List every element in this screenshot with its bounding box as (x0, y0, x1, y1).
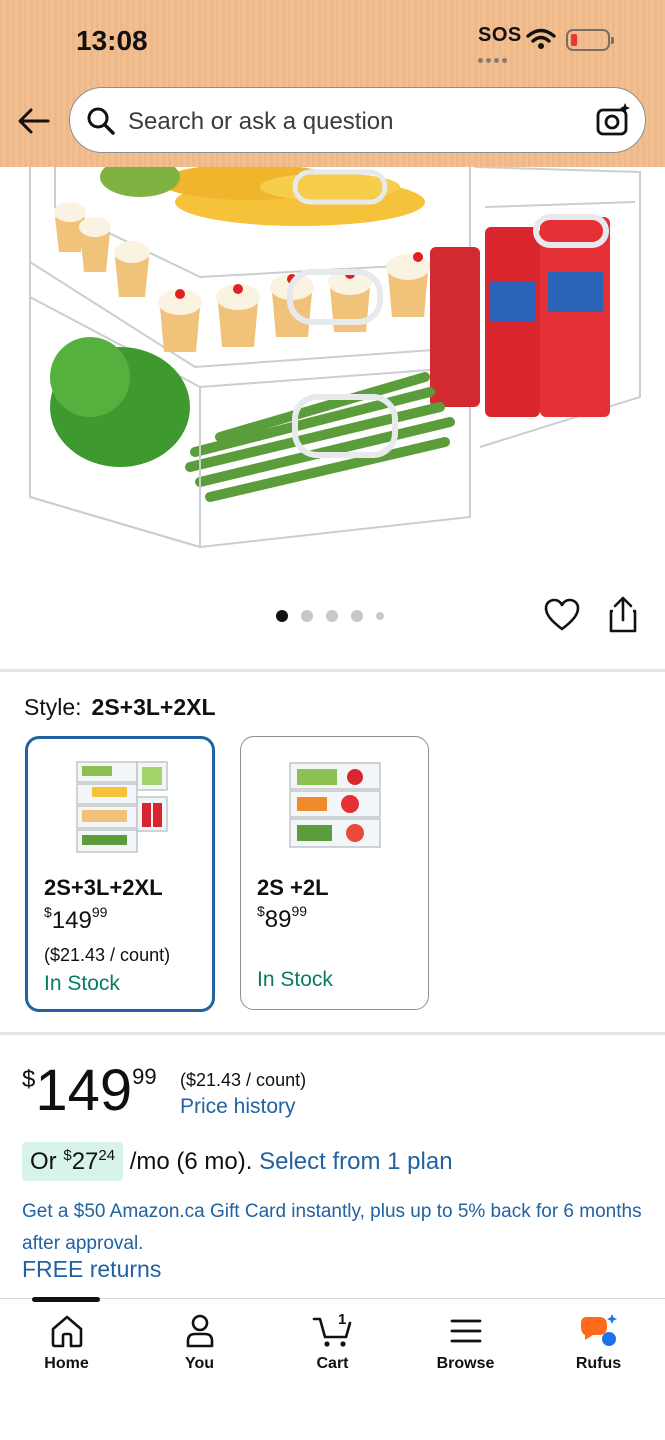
style-option-2s-2l[interactable]: 2S +2L $8999 In Stock (240, 736, 429, 1010)
pagination-dot[interactable] (326, 609, 338, 622)
search-placeholder: Search or ask a question (128, 108, 394, 135)
nav-home[interactable]: Home (0, 1313, 133, 1373)
heart-icon[interactable] (544, 598, 580, 637)
cart-count-badge: 1 (338, 1311, 347, 1328)
installment-amount: Or $2724 (22, 1142, 124, 1181)
nav-you-label: You (184, 1355, 215, 1372)
status-time: 13:08 (76, 25, 148, 56)
battery-icon (566, 29, 614, 51)
header-bar: 13:08 SOS Search or ask a question (0, 0, 665, 167)
pagination-dot[interactable] (351, 609, 363, 622)
pagination-dot[interactable] (276, 609, 288, 622)
share-icon[interactable] (606, 596, 640, 639)
nav-cart-label: Cart (316, 1355, 349, 1372)
home-icon (51, 1315, 82, 1348)
option-price: $14999 (44, 904, 108, 934)
menu-icon (450, 1319, 481, 1343)
wifi-icon (526, 28, 556, 55)
installment-offer: Or $2724 /mo (6 mo). Select from 1 plan (22, 1140, 453, 1184)
style-selector-header: Style: 2S+3L+2XL (24, 694, 216, 721)
gift-card-promo-link[interactable]: Get a $50 Amazon.ca Gift Card instantly,… (22, 1196, 642, 1260)
main-unit-price: ($21.43 / count) (180, 1070, 307, 1090)
style-option-2s-3l-2xl[interactable]: 2S+3L+2XL $14999 ($21.43 / count) In Sto… (25, 736, 215, 1012)
nav-rufus-label: Rufus (575, 1355, 622, 1372)
option-name: 2S +2L (257, 875, 329, 900)
main-price: $14999 (22, 1058, 157, 1123)
person-icon (186, 1314, 213, 1348)
option-thumbnail (72, 757, 172, 862)
back-arrow-icon[interactable] (16, 103, 52, 139)
signal-dots-icon (478, 50, 518, 63)
status-sos: SOS (478, 24, 522, 46)
nav-browse[interactable]: Browse (399, 1313, 532, 1373)
active-tab-indicator (32, 1297, 100, 1302)
cart-icon (312, 1317, 351, 1347)
nav-you[interactable]: You (133, 1313, 266, 1373)
style-label: Style: (24, 694, 82, 720)
status-bar: 13:08 SOS (0, 22, 665, 63)
option-unit-price: ($21.43 / count) (44, 945, 171, 965)
pagination-dot[interactable] (376, 611, 384, 620)
option-name: 2S+3L+2XL (44, 875, 163, 900)
option-thumbnail (285, 755, 385, 860)
option-stock-status: In Stock (44, 972, 120, 995)
pagination-dot[interactable] (301, 609, 313, 622)
nav-home-label: Home (44, 1355, 89, 1372)
nav-cart[interactable]: 1 Cart (266, 1311, 399, 1373)
rufus-icon (580, 1314, 617, 1346)
search-input[interactable]: Search or ask a question (69, 87, 646, 153)
select-plan-link[interactable]: Select from 1 plan (259, 1148, 452, 1175)
product-image[interactable] (0, 167, 665, 567)
free-returns-link[interactable]: FREE returns (22, 1256, 161, 1283)
camera-icon[interactable] (595, 102, 631, 143)
bottom-navigation: Home You 1 Cart Browse Rufus (0, 1297, 665, 1440)
style-selected-value: 2S+3L+2XL (91, 694, 216, 720)
option-stock-status: In Stock (257, 968, 333, 991)
image-pagination[interactable] (276, 607, 397, 623)
section-divider (0, 1032, 665, 1035)
price-history-link[interactable]: Price history (180, 1095, 296, 1119)
nav-rufus[interactable]: Rufus (532, 1313, 665, 1373)
search-icon (86, 106, 116, 141)
section-divider (0, 669, 665, 672)
installment-terms: /mo (6 mo). (129, 1148, 253, 1175)
nav-browse-label: Browse (436, 1355, 495, 1372)
option-price: $8999 (257, 903, 308, 933)
